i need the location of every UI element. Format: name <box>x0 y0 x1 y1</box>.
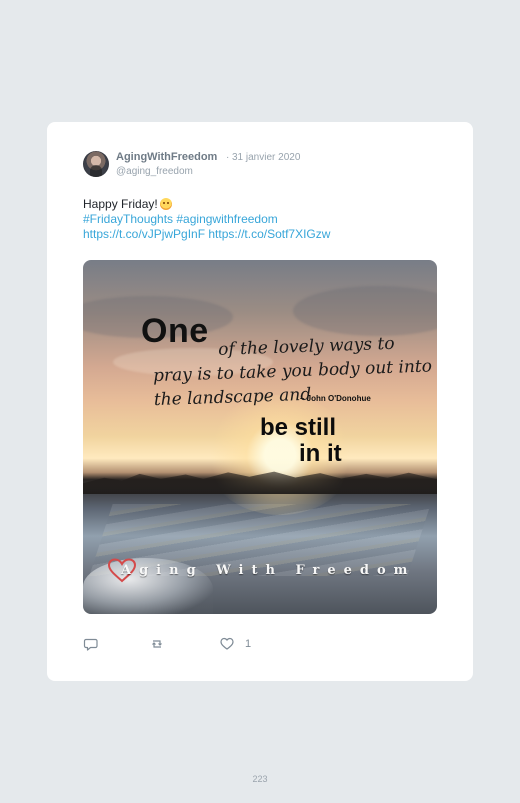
tweet-date[interactable]: 31 janvier 2020 <box>232 152 300 163</box>
smiling-face-icon <box>159 198 172 210</box>
like-button[interactable]: 1 <box>219 636 251 652</box>
tweet-image[interactable]: One of the lovely ways to pray is to tak… <box>83 260 437 614</box>
tweet-text: Happy Friday! #FridayThoughts #agingwith… <box>83 197 443 242</box>
avatar[interactable] <box>83 151 109 177</box>
reply-icon <box>83 638 98 651</box>
retweet-icon <box>152 640 162 648</box>
meta-separator: · <box>226 152 230 163</box>
like-count: 1 <box>245 638 252 650</box>
page-number: 223 <box>252 774 268 784</box>
author-name[interactable]: AgingWithFreedom <box>116 151 217 163</box>
quote-author: – John O'Donohue <box>300 394 371 403</box>
retweet-button[interactable] <box>149 636 165 652</box>
watermark: Aging With Freedom <box>107 558 421 586</box>
watermark-text: Aging With Freedom <box>121 563 416 578</box>
tweet-actions: 1 <box>83 636 263 654</box>
heart-icon <box>220 637 234 650</box>
author-handle[interactable]: @aging_freedom <box>116 166 193 177</box>
hashtags[interactable]: #FridayThoughts #agingwithfreedom <box>83 212 443 227</box>
emphasis-line: in it <box>299 440 342 467</box>
tweet-links[interactable]: https://t.co/vJPjwPgInF https://t.co/Sot… <box>83 227 443 242</box>
tweet-card: AgingWithFreedom · 31 janvier 2020 @agin… <box>47 122 473 681</box>
tweet-text-line-1: Happy Friday! <box>83 197 443 212</box>
cloud-shape <box>293 286 437 336</box>
reply-button[interactable] <box>83 636 99 652</box>
emphasis-line: be still <box>260 414 337 441</box>
tweet-greeting: Happy Friday! <box>83 197 158 211</box>
